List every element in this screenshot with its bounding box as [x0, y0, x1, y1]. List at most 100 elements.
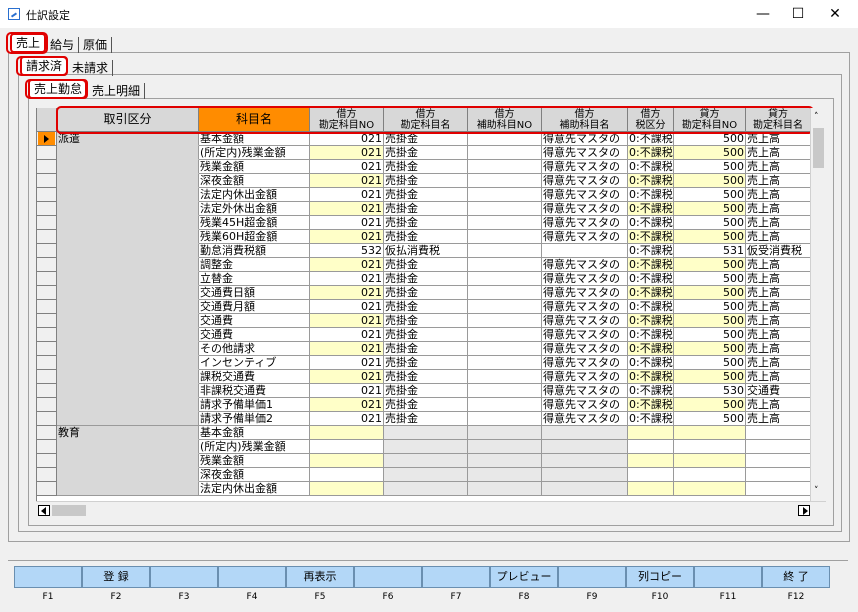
grid-cell[interactable]: 交通費	[199, 314, 310, 328]
grid-cell[interactable]: 021	[310, 202, 384, 216]
row-selector[interactable]	[37, 454, 57, 468]
tab-unbilled[interactable]: 未請求	[68, 60, 114, 76]
group-cell[interactable]	[57, 468, 199, 482]
grid-cell[interactable]: 021	[310, 258, 384, 272]
grid-cell[interactable]: 売上高	[746, 328, 811, 342]
grid-cell[interactable]: 500	[674, 356, 746, 370]
grid-cell[interactable]	[468, 230, 542, 244]
grid-cell[interactable]: 法定外休出金額	[199, 202, 310, 216]
grid-cell[interactable]: 得意先マスタの	[542, 132, 628, 146]
grid-cell[interactable]	[674, 454, 746, 468]
grid-cell[interactable]: 得意先マスタの	[542, 258, 628, 272]
grid-cell[interactable]: 仮払消費税	[384, 244, 468, 258]
grid-cell[interactable]: 深夜金額	[199, 468, 310, 482]
grid-cell[interactable]: 500	[674, 216, 746, 230]
grid-cell[interactable]: 500	[674, 342, 746, 356]
row-selector[interactable]	[37, 468, 57, 482]
row-selector[interactable]	[37, 300, 57, 314]
horizontal-scrollbar[interactable]	[36, 501, 826, 519]
grid-cell[interactable]	[674, 468, 746, 482]
grid-cell[interactable]	[746, 454, 811, 468]
grid-cell[interactable]: 021	[310, 328, 384, 342]
column-header[interactable]: 借方 勘定科目NO	[310, 108, 384, 132]
group-cell[interactable]	[57, 412, 199, 426]
grid-cell[interactable]: 得意先マスタの	[542, 188, 628, 202]
column-header[interactable]: 借方 補助科目名	[542, 108, 628, 132]
grid-cell[interactable]	[468, 426, 542, 440]
row-selector[interactable]	[37, 356, 57, 370]
group-cell[interactable]	[57, 188, 199, 202]
grid-cell[interactable]: 基本金額	[199, 426, 310, 440]
grid-cell[interactable]	[384, 440, 468, 454]
group-cell[interactable]	[57, 272, 199, 286]
grid-cell[interactable]: 売掛金	[384, 356, 468, 370]
row-selector[interactable]	[37, 244, 57, 258]
grid-cell[interactable]: 500	[674, 286, 746, 300]
grid-cell[interactable]	[468, 202, 542, 216]
grid-cell[interactable]: 500	[674, 202, 746, 216]
fkey-button-7[interactable]	[422, 566, 490, 588]
chevron-right-icon[interactable]	[798, 505, 810, 516]
grid-cell[interactable]: 得意先マスタの	[542, 398, 628, 412]
row-selector[interactable]	[37, 258, 57, 272]
grid-cell[interactable]: 交通費月額	[199, 300, 310, 314]
grid-cell[interactable]: 売上高	[746, 188, 811, 202]
grid-cell[interactable]: 500	[674, 314, 746, 328]
grid-cell[interactable]: 021	[310, 412, 384, 426]
grid-cell[interactable]: 532	[310, 244, 384, 258]
fkey-button-3[interactable]	[150, 566, 218, 588]
grid-cell[interactable]	[468, 188, 542, 202]
grid-cell[interactable]: 売上高	[746, 342, 811, 356]
grid-cell[interactable]: 売上高	[746, 272, 811, 286]
grid-cell[interactable]: 売掛金	[384, 160, 468, 174]
grid-cell[interactable]	[468, 314, 542, 328]
grid-cell[interactable]: 0:不課税	[628, 132, 674, 146]
grid-cell[interactable]: 0:不課税	[628, 272, 674, 286]
grid-cell[interactable]: 売掛金	[384, 174, 468, 188]
grid-cell[interactable]: 売掛金	[384, 370, 468, 384]
group-cell[interactable]	[57, 146, 199, 160]
grid-cell[interactable]: 売上高	[746, 314, 811, 328]
grid-cell[interactable]: 0:不課税	[628, 230, 674, 244]
horizontal-scroll-thumb[interactable]	[52, 505, 86, 516]
grid-cell[interactable]: 021	[310, 342, 384, 356]
grid-cell[interactable]: 売掛金	[384, 342, 468, 356]
row-selector[interactable]	[37, 384, 57, 398]
row-selector[interactable]	[37, 286, 57, 300]
grid-cell[interactable]: 0:不課税	[628, 356, 674, 370]
row-selector[interactable]	[37, 398, 57, 412]
grid-cell[interactable]: 得意先マスタの	[542, 174, 628, 188]
group-cell[interactable]	[57, 356, 199, 370]
grid-cell[interactable]: 500	[674, 272, 746, 286]
grid-cell[interactable]: 売上高	[746, 174, 811, 188]
grid-cell[interactable]: 得意先マスタの	[542, 328, 628, 342]
grid-cell[interactable]: 法定内休出金額	[199, 188, 310, 202]
group-cell[interactable]	[57, 230, 199, 244]
grid-cell[interactable]	[628, 426, 674, 440]
grid-cell[interactable]: 0:不課税	[628, 342, 674, 356]
grid-cell[interactable]: 売掛金	[384, 314, 468, 328]
grid-cell[interactable]	[542, 482, 628, 496]
grid-cell[interactable]: (所定内)残業金額	[199, 146, 310, 160]
grid-cell[interactable]: 得意先マスタの	[542, 342, 628, 356]
grid-cell[interactable]	[468, 244, 542, 258]
grid-cell[interactable]: 021	[310, 216, 384, 230]
grid-cell[interactable]	[746, 440, 811, 454]
journal-grid[interactable]: 取引区分 科目名 借方 勘定科目NO 借方 勘定科目名 借方 補助科目NO 借方 補助科目…	[36, 108, 811, 501]
grid-cell[interactable]	[468, 356, 542, 370]
grid-cell[interactable]: 残業金額	[199, 454, 310, 468]
row-selector[interactable]	[37, 132, 57, 146]
chevron-down-icon[interactable]: ˅	[814, 486, 819, 496]
grid-cell[interactable]	[468, 328, 542, 342]
grid-cell[interactable]: 交通費	[199, 328, 310, 342]
grid-cell[interactable]: 得意先マスタの	[542, 286, 628, 300]
group-cell[interactable]	[57, 300, 199, 314]
group-cell[interactable]	[57, 202, 199, 216]
grid-cell[interactable]: 0:不課税	[628, 300, 674, 314]
grid-cell[interactable]: 売掛金	[384, 286, 468, 300]
group-cell[interactable]	[57, 440, 199, 454]
grid-cell[interactable]	[468, 468, 542, 482]
grid-cell[interactable]	[628, 454, 674, 468]
group-cell[interactable]	[57, 314, 199, 328]
grid-cell[interactable]: 0:不課税	[628, 202, 674, 216]
